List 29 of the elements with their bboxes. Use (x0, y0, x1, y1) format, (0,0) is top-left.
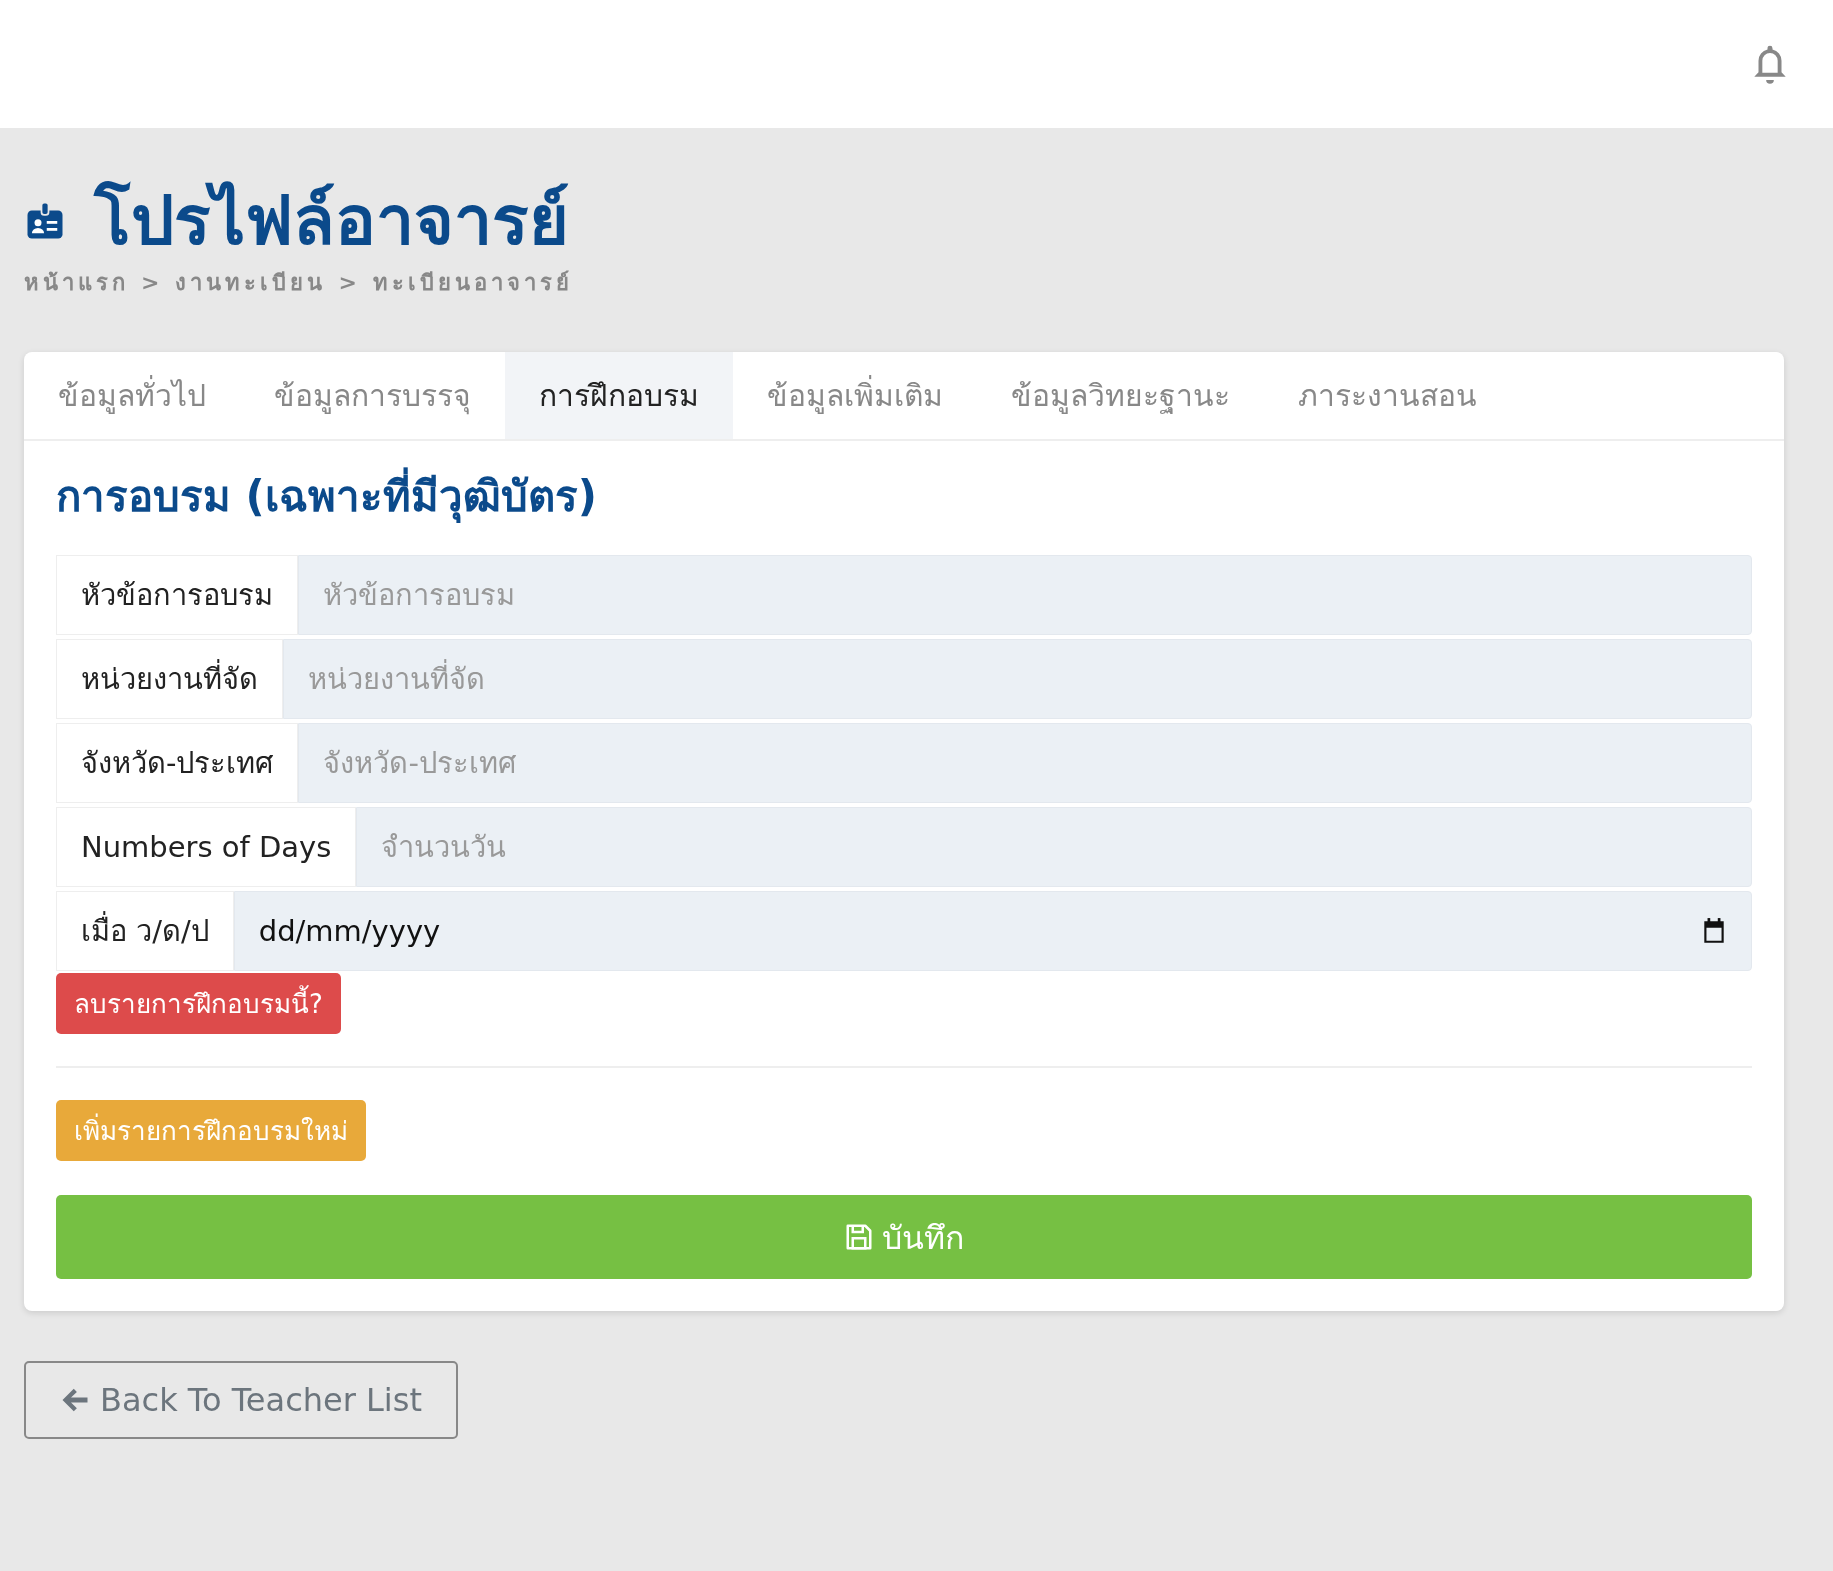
breadcrumb-link[interactable]: ทะเบียนอาจารย์ (372, 265, 573, 300)
input-field[interactable]: หน่วยงานที่จัด (283, 639, 1752, 719)
tab[interactable]: ข้อมูลวิทยะฐานะ (977, 352, 1264, 439)
breadcrumb-link[interactable]: หน้าแรก (24, 265, 129, 300)
tab[interactable]: การฝึกอบรม (505, 352, 733, 439)
field-label: จังหวัด-ประเทศ (56, 723, 299, 803)
field-label: Numbers of Days (56, 807, 357, 887)
field-label: หัวข้อการอบรม (56, 555, 298, 635)
input-field[interactable]: หัวข้อการอบรม (298, 555, 1752, 635)
breadcrumb-link[interactable]: งานทะเบียน (175, 265, 327, 300)
delete-button[interactable]: ลบรายการฝึกอบรมนี้? (56, 973, 341, 1034)
breadcrumb-separator: > (338, 270, 361, 295)
input-field[interactable]: จำนวนวัน (356, 807, 1752, 887)
save-button[interactable]: บันทึก (56, 1195, 1752, 1279)
tab[interactable]: ภาระงานสอน (1264, 352, 1511, 439)
input-field[interactable]: จังหวัด-ประเทศ (298, 723, 1752, 803)
breadcrumb-separator: > (141, 270, 164, 295)
calendar-icon[interactable] (1701, 917, 1727, 945)
field-label: เมื่อ ว/ด/ป (56, 891, 234, 971)
field-label: หน่วยงานที่จัด (56, 639, 283, 719)
back-button[interactable]: Back To Teacher List (24, 1361, 458, 1439)
section-title: การอบรม (เฉพาะที่มีวุฒิบัตร) (56, 463, 1752, 529)
tab[interactable]: ข้อมูลเพิ่มเติม (733, 352, 977, 439)
date-field[interactable]: dd/mm/yyyy (233, 891, 1752, 971)
arrow-left-icon (60, 1386, 90, 1414)
page-title: โปรไฟล์อาจารย์ (94, 180, 569, 262)
tab[interactable]: ข้อมูลการบรรจุ (240, 352, 505, 439)
tab[interactable]: ข้อมูลทั่วไป (24, 352, 240, 439)
add-button[interactable]: เพิ่มรายการฝึกอบรมใหม่ (56, 1100, 366, 1161)
